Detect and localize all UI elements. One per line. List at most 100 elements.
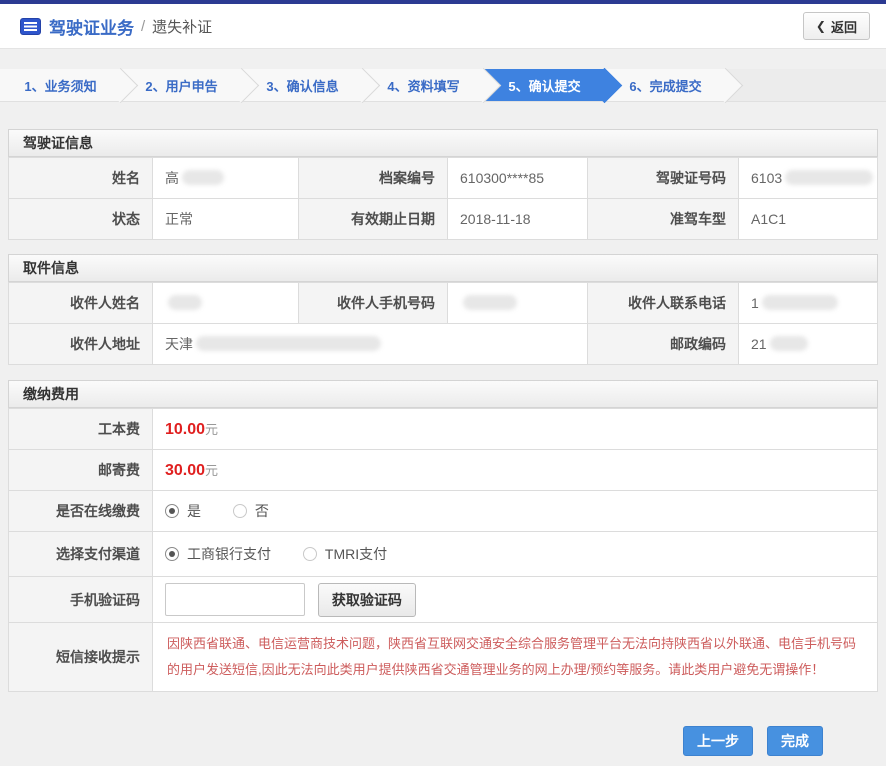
recipient-name-value <box>153 283 299 324</box>
delivery-info-table: 收件人姓名 收件人手机号码 收件人联系电话 1 收件人地址 天津 邮政编码 21 <box>8 282 878 365</box>
recipient-phone-label: 收件人联系电话 <box>588 283 739 324</box>
license-number-value: 6103 <box>739 158 878 199</box>
radio-label: 否 <box>255 501 269 521</box>
step-3-confirm-info[interactable]: 3、确认信息 <box>242 69 363 101</box>
redacted-value <box>463 295 517 310</box>
sms-code-label: 手机验证码 <box>9 577 153 623</box>
radio-icon[interactable] <box>165 547 179 561</box>
online-payment-label: 是否在线缴费 <box>9 491 153 532</box>
step-5-confirm-submit[interactable]: 5、确认提交 <box>484 69 605 101</box>
payment-section-title: 缴纳费用 <box>8 380 878 408</box>
step-label: 3、确认信息 <box>266 76 338 95</box>
license-number-label: 驾驶证号码 <box>588 158 739 199</box>
recipient-name-label: 收件人姓名 <box>9 283 153 324</box>
step-label: 6、完成提交 <box>629 76 701 95</box>
payment-channel-options: 工商银行支付 TMRI支付 <box>153 532 878 577</box>
recipient-mobile-value <box>448 283 588 324</box>
file-number-label: 档案编号 <box>299 158 448 199</box>
step-4-fill-data[interactable]: 4、资料填写 <box>363 69 484 101</box>
fee-amount: 10.00 <box>165 421 205 438</box>
fee-unit: 元 <box>205 463 218 478</box>
postage-fee-label: 邮寄费 <box>9 450 153 491</box>
finish-button[interactable]: 完成 <box>767 726 823 756</box>
fee-unit: 元 <box>205 422 218 437</box>
step-label: 2、用户申告 <box>145 76 217 95</box>
radio-icon[interactable] <box>303 547 317 561</box>
radio-option-no[interactable]: 否 <box>233 501 269 521</box>
delivery-info-section-title: 取件信息 <box>8 254 878 282</box>
radio-label: TMRI支付 <box>325 544 387 564</box>
postage-fee-value: 30.00元 <box>153 450 878 491</box>
payment-table: 工本费 10.00元 邮寄费 30.00元 是否在线缴费 是 否 选择支付渠道 … <box>8 408 878 692</box>
back-chevron-icon: ❮ <box>816 19 826 33</box>
license-info-section: 驾驶证信息 姓名 高 档案编号 610300****85 驾驶证号码 6103 … <box>8 129 878 240</box>
status-value: 正常 <box>153 199 299 240</box>
step-1-business-notice[interactable]: 1、业务须知 <box>0 69 121 101</box>
table-row: 邮寄费 30.00元 <box>9 450 878 491</box>
table-row: 手机验证码 获取验证码 <box>9 577 878 623</box>
page-title: 驾驶证业务 <box>49 14 134 39</box>
redacted-value <box>770 336 808 351</box>
vehicle-class-value: A1C1 <box>739 199 878 240</box>
zip-code-value: 21 <box>739 324 878 365</box>
sms-code-input[interactable] <box>165 583 305 616</box>
radio-option-tmri[interactable]: TMRI支付 <box>303 544 387 564</box>
table-row: 收件人地址 天津 邮政编码 21 <box>9 324 878 365</box>
table-row: 收件人姓名 收件人手机号码 收件人联系电话 1 <box>9 283 878 324</box>
sms-notice-label: 短信接收提示 <box>9 623 153 692</box>
recipient-mobile-label: 收件人手机号码 <box>299 283 448 324</box>
previous-step-button[interactable]: 上一步 <box>683 726 753 756</box>
fee-amount: 30.00 <box>165 462 205 479</box>
table-row: 短信接收提示 因陕西省联通、电信运营商技术问题，陕西省互联网交通安全综合服务管理… <box>9 623 878 692</box>
wizard-step-bar: 1、业务须知 2、用户申告 3、确认信息 4、资料填写 5、确认提交 6、完成提… <box>0 69 886 102</box>
expiry-date-label: 有效期止日期 <box>299 199 448 240</box>
recipient-address-label: 收件人地址 <box>9 324 153 365</box>
production-fee-label: 工本费 <box>9 409 153 450</box>
back-button-label: 返回 <box>831 17 857 36</box>
radio-icon[interactable] <box>165 504 179 518</box>
payment-section: 缴纳费用 工本费 10.00元 邮寄费 30.00元 是否在线缴费 是 否 选择… <box>8 380 878 692</box>
sms-code-cell: 获取验证码 <box>153 577 878 623</box>
back-button[interactable]: ❮ 返回 <box>803 12 870 40</box>
step-bar-filler <box>726 69 886 101</box>
radio-label: 是 <box>187 501 201 521</box>
redacted-value <box>196 336 381 351</box>
footer-actions: 上一步 完成 <box>0 726 823 756</box>
status-label: 状态 <box>9 199 153 240</box>
radio-option-icbc[interactable]: 工商银行支付 <box>165 544 271 564</box>
online-payment-options: 是 否 <box>153 491 878 532</box>
recipient-address-value: 天津 <box>153 324 588 365</box>
redacted-value <box>182 170 224 185</box>
expiry-date-value: 2018-11-18 <box>448 199 588 240</box>
name-value: 高 <box>153 158 299 199</box>
license-list-icon <box>20 18 41 35</box>
breadcrumb-divider: / <box>141 18 145 35</box>
zip-code-label: 邮政编码 <box>588 324 739 365</box>
redacted-value <box>168 295 202 310</box>
step-label: 4、资料填写 <box>387 76 459 95</box>
license-info-section-title: 驾驶证信息 <box>8 129 878 157</box>
radio-option-yes[interactable]: 是 <box>165 501 201 521</box>
table-row: 是否在线缴费 是 否 <box>9 491 878 532</box>
production-fee-value: 10.00元 <box>153 409 878 450</box>
sms-notice-text: 因陕西省联通、电信运营商技术问题，陕西省互联网交通安全综合服务管理平台无法向持陕… <box>153 623 878 692</box>
redacted-value <box>762 295 838 310</box>
name-label: 姓名 <box>9 158 153 199</box>
radio-icon[interactable] <box>233 504 247 518</box>
page-header: 驾驶证业务 / 遗失补证 ❮ 返回 <box>0 4 886 49</box>
table-row: 选择支付渠道 工商银行支付 TMRI支付 <box>9 532 878 577</box>
file-number-value: 610300****85 <box>448 158 588 199</box>
breadcrumb-current: 遗失补证 <box>152 16 212 37</box>
delivery-info-section: 取件信息 收件人姓名 收件人手机号码 收件人联系电话 1 收件人地址 天津 邮政… <box>8 254 878 365</box>
table-row: 姓名 高 档案编号 610300****85 驾驶证号码 6103 <box>9 158 878 199</box>
step-2-user-declaration[interactable]: 2、用户申告 <box>121 69 242 101</box>
license-info-table: 姓名 高 档案编号 610300****85 驾驶证号码 6103 状态 正常 … <box>8 157 878 240</box>
step-6-finish-submit[interactable]: 6、完成提交 <box>605 69 726 101</box>
payment-channel-label: 选择支付渠道 <box>9 532 153 577</box>
vehicle-class-label: 准驾车型 <box>588 199 739 240</box>
step-label: 5、确认提交 <box>508 76 580 95</box>
get-sms-code-button[interactable]: 获取验证码 <box>318 583 416 617</box>
table-row: 状态 正常 有效期止日期 2018-11-18 准驾车型 A1C1 <box>9 199 878 240</box>
redacted-value <box>785 170 873 185</box>
recipient-phone-value: 1 <box>739 283 878 324</box>
